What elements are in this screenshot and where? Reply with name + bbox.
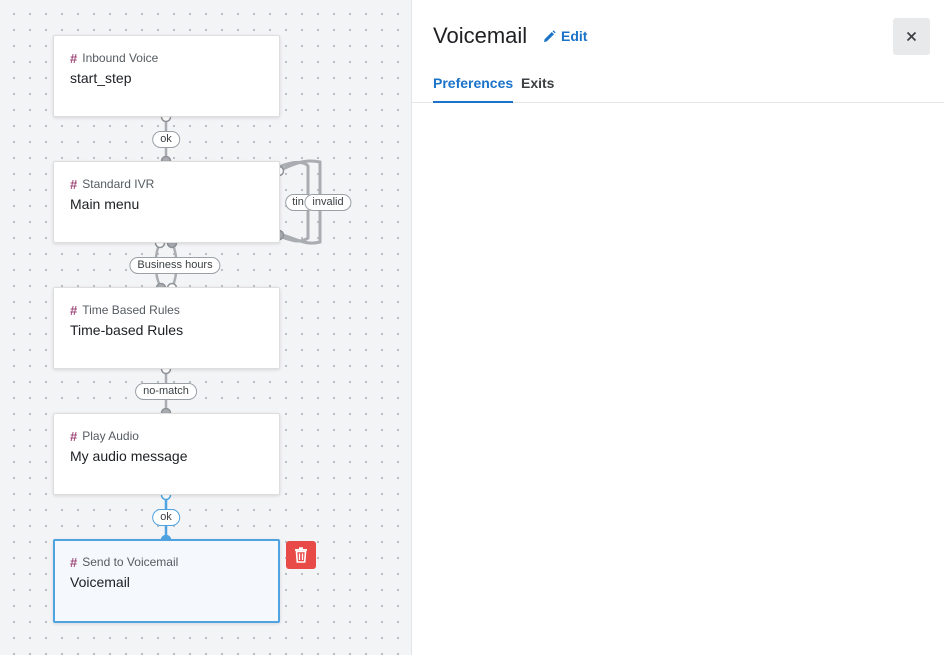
pencil-icon xyxy=(544,29,556,42)
node-type-text: Send to Voicemail xyxy=(82,555,179,569)
hash-icon: # xyxy=(70,176,78,192)
flow-node-play-audio[interactable]: # Play Audio My audio message xyxy=(53,413,280,495)
flow-node-time-based-rules[interactable]: # Time Based Rules Time-based Rules xyxy=(53,287,280,369)
edit-label: Edit xyxy=(561,28,588,44)
hash-icon: # xyxy=(70,302,78,318)
hash-icon: # xyxy=(70,428,78,444)
edge-label-business-hours[interactable]: Business hours xyxy=(129,257,221,274)
hash-icon: # xyxy=(70,50,78,66)
edge-label-no-match[interactable]: no-match xyxy=(135,383,197,400)
node-type-text: Inbound Voice xyxy=(82,51,159,65)
flow-node-standard-ivr[interactable]: # Standard IVR Main menu xyxy=(53,161,280,243)
trash-icon xyxy=(295,547,307,563)
properties-panel: Voicemail Edit Preferences Exits xyxy=(411,0,944,655)
node-type-text: Time Based Rules xyxy=(82,303,180,317)
hash-icon: # xyxy=(70,554,78,570)
flow-canvas[interactable]: # Inbound Voice start_step # Standard IVR … xyxy=(0,0,411,655)
node-type-label: # Send to Voicemail xyxy=(70,554,263,570)
tab-exits[interactable]: Exits xyxy=(521,75,554,103)
node-type-text: Standard IVR xyxy=(82,177,155,191)
node-name: Time-based Rules xyxy=(70,322,184,338)
node-type-text: Play Audio xyxy=(82,429,139,443)
node-type-label: # Play Audio xyxy=(70,428,263,444)
node-name: Voicemail xyxy=(70,574,130,590)
edge-label-ok[interactable]: ok xyxy=(152,131,180,148)
delete-node-button[interactable] xyxy=(286,541,316,569)
flow-node-send-to-voicemail[interactable]: # Send to Voicemail Voicemail xyxy=(53,539,280,623)
tab-preferences[interactable]: Preferences xyxy=(433,75,514,103)
close-icon xyxy=(906,31,917,42)
node-type-label: # Standard IVR xyxy=(70,176,263,192)
flow-node-inbound-voice[interactable]: # Inbound Voice start_step xyxy=(53,35,280,117)
close-button[interactable] xyxy=(893,18,930,55)
node-type-label: # Time Based Rules xyxy=(70,302,263,318)
node-name: Main menu xyxy=(70,196,140,212)
node-name: My audio message xyxy=(70,448,188,464)
edge-label-invalid[interactable]: invalid xyxy=(304,194,352,211)
edge-label-ok-selected[interactable]: ok xyxy=(152,509,180,526)
edit-button[interactable]: Edit xyxy=(543,28,587,44)
panel-title: Voicemail xyxy=(433,23,528,48)
panel-tabs: Preferences Exits xyxy=(412,66,944,103)
node-type-label: # Inbound Voice xyxy=(70,50,263,66)
node-name: start_step xyxy=(70,70,132,86)
